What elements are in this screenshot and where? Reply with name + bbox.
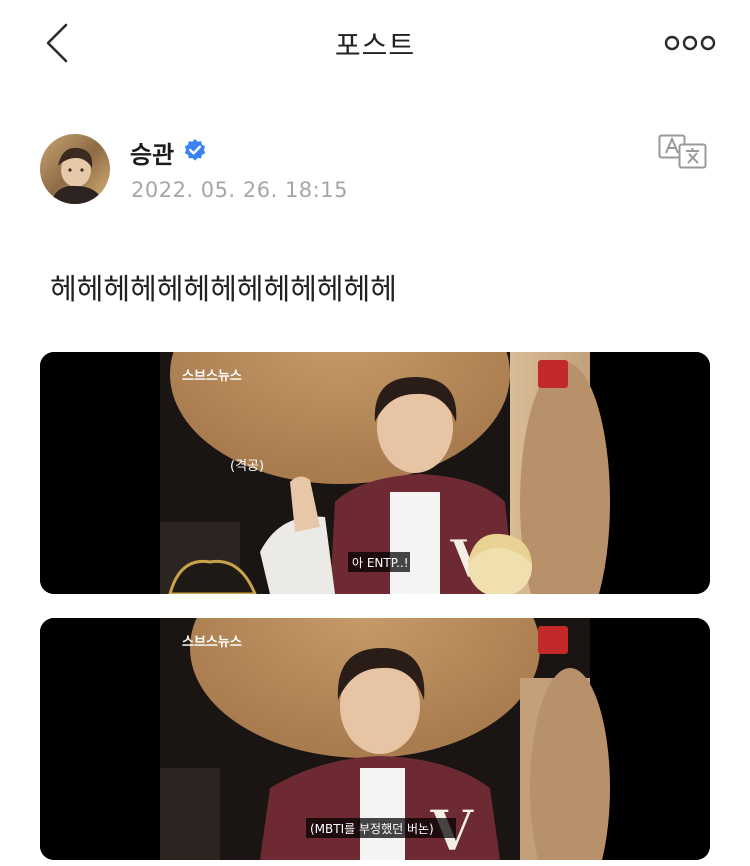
author-avatar[interactable] bbox=[40, 134, 110, 204]
subtitle: (MBTI를 부정했던 버논) bbox=[310, 822, 434, 836]
post-screen: 포스트 승관 2022. 05. 26. 18:15 헤헤헤헤헤헤헤헤헤헤헤헤헤… bbox=[0, 0, 750, 866]
subtitle: 아 ENTP..! bbox=[352, 556, 409, 570]
post-text: 헤헤헤헤헤헤헤헤헤헤헤헤헤 bbox=[50, 272, 397, 306]
top-bar: 포스트 bbox=[0, 0, 750, 86]
post-timestamp: 2022. 05. 26. 18:15 bbox=[131, 178, 348, 202]
broadcast-logo: 스브스뉴스 bbox=[182, 635, 242, 650]
media-thumbnail-2[interactable]: V 스브스뉴스 (MBTI를 부정했던 버논) bbox=[40, 618, 710, 860]
verified-badge-icon bbox=[183, 138, 207, 162]
page-title: 포스트 bbox=[334, 29, 416, 62]
broadcast-logo: 스브스뉴스 bbox=[182, 369, 242, 384]
caption-left: (격공) bbox=[230, 459, 264, 474]
author-name[interactable]: 승관 bbox=[130, 135, 174, 170]
media-thumbnail-1[interactable]: V 스브스뉴스 (격공) 아 ENTP..! bbox=[40, 352, 710, 594]
translate-button[interactable] bbox=[658, 134, 708, 170]
more-horizontal-icon bbox=[664, 35, 716, 51]
translate-icon bbox=[658, 134, 707, 169]
more-button[interactable] bbox=[664, 28, 716, 58]
